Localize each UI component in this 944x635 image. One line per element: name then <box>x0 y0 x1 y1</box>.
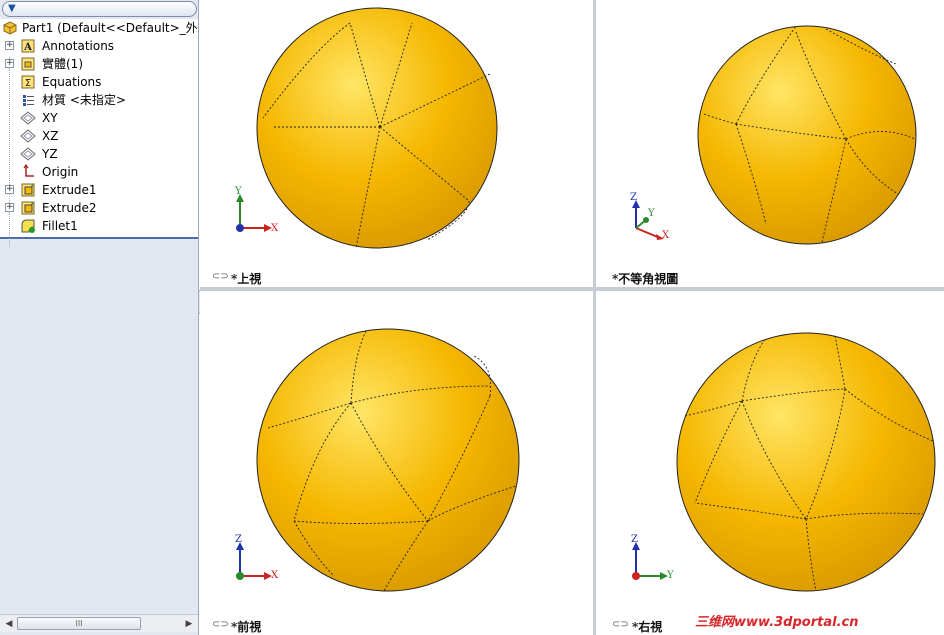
tree-item-label: 材質 <未指定> <box>42 93 126 107</box>
expand-toggle[interactable]: + <box>5 203 14 212</box>
tree-root-label: Part1 (Default<<Default>_外觀 <box>22 21 198 35</box>
tree-item-label: XZ <box>42 129 59 143</box>
tree-item-fillet1[interactable]: Fillet1 <box>0 217 198 235</box>
scroll-thumb[interactable]: III <box>17 617 141 630</box>
filter-icon[interactable]: ▼ <box>8 3 16 14</box>
tree-root-part1[interactable]: Part1 (Default<<Default>_外觀 <box>0 19 198 37</box>
material-icon <box>20 92 36 108</box>
tree-item-annotations[interactable]: + A Annotations <box>0 37 198 55</box>
tree-item-label: Extrude1 <box>42 183 97 197</box>
plane-icon <box>20 128 36 144</box>
viewport-isometric[interactable]: Z Y X *不等角視圖 <box>596 0 944 287</box>
scroll-right-arrow-icon[interactable]: ▶ <box>182 617 196 631</box>
watermark: 三维网www.3dportal.cn <box>695 615 859 630</box>
tree-item-label: Extrude2 <box>42 201 97 215</box>
feature-manager-panel: ▼ Part1 (Default<<Default>_外觀 + A Annota… <box>0 0 199 635</box>
svg-text:Σ: Σ <box>25 78 31 89</box>
axis-label: Z <box>631 534 638 545</box>
scroll-left-arrow-icon[interactable]: ◀ <box>2 617 16 631</box>
tree-item-material[interactable]: 材質 <未指定> <box>0 91 198 109</box>
origin-icon <box>20 163 36 180</box>
tree-item-label: Equations <box>42 75 102 89</box>
solid-bodies-icon <box>20 56 36 72</box>
axis-label: Y <box>648 208 655 219</box>
equations-icon: Σ <box>20 74 36 90</box>
extrude-icon <box>20 182 36 198</box>
filter-bar[interactable]: ▼ <box>2 1 197 17</box>
axis-label: X <box>662 230 670 241</box>
link-view-icon[interactable]: ⊂⊃ <box>212 271 229 282</box>
axis-label: Z <box>630 192 637 203</box>
part-icon <box>2 20 18 36</box>
tree-item-label: Annotations <box>42 39 115 53</box>
link-view-icon[interactable]: ⊂⊃ <box>212 619 229 630</box>
plane-icon <box>20 110 36 126</box>
viewport-splitter-vertical[interactable] <box>593 0 596 635</box>
tree-item-label: YZ <box>42 147 58 161</box>
axis-label: Y <box>667 570 674 581</box>
sphere-model[interactable] <box>255 6 500 251</box>
view-label: *前視 <box>231 620 262 634</box>
tree-item-plane-xz[interactable]: XZ <box>0 127 198 145</box>
tree-item-equations[interactable]: Σ Equations <box>0 73 198 91</box>
tree-horizontal-scrollbar[interactable]: ◀ III ▶ <box>0 614 198 632</box>
link-view-icon[interactable]: ⊂⊃ <box>612 619 629 630</box>
tree-item-label: XY <box>42 111 58 125</box>
axis-label: Y <box>235 186 242 197</box>
axis-label: X <box>271 223 279 234</box>
axis-label: X <box>271 570 279 581</box>
annotations-icon: A <box>20 38 36 54</box>
viewport-front[interactable]: Z X ⊂⊃ *前視 <box>200 291 593 635</box>
expand-toggle[interactable]: + <box>5 59 14 68</box>
fillet-icon <box>20 218 36 234</box>
svg-text:A: A <box>23 42 32 53</box>
sphere-model[interactable] <box>696 24 918 246</box>
view-label: *不等角視圖 <box>612 272 679 286</box>
expand-toggle[interactable]: + <box>5 41 14 50</box>
view-label: *右視 <box>632 620 663 634</box>
extrude-icon <box>20 200 36 216</box>
viewport-splitter-horizontal[interactable] <box>200 287 944 291</box>
feature-tree: Part1 (Default<<Default>_外觀 + A Annotati… <box>0 19 198 247</box>
axis-label: Z <box>235 534 242 545</box>
tree-item-label: Origin <box>42 165 79 179</box>
tree-item-label: Fillet1 <box>42 219 78 233</box>
view-label: *上視 <box>231 272 262 286</box>
tree-item-extrude1[interactable]: + Extrude1 <box>0 181 198 199</box>
tree-item-plane-yz[interactable]: YZ <box>0 145 198 163</box>
tree-item-label: 實體(1) <box>42 57 83 71</box>
tree-item-solid-bodies[interactable]: + 實體(1) <box>0 55 198 73</box>
tree-item-origin[interactable]: Origin <box>0 163 198 181</box>
viewport-top[interactable]: Y X ⊂⊃ *上視 <box>200 0 593 287</box>
plane-icon <box>20 146 36 162</box>
expand-toggle[interactable]: + <box>5 185 14 194</box>
sphere-model[interactable] <box>675 331 938 594</box>
viewport-right[interactable]: Z Y ⊂⊃ *右視 <box>596 291 944 635</box>
tree-item-plane-xy[interactable]: XY <box>0 109 198 127</box>
tree-item-extrude2[interactable]: + Extrude2 <box>0 199 198 217</box>
sphere-model[interactable] <box>254 326 522 594</box>
